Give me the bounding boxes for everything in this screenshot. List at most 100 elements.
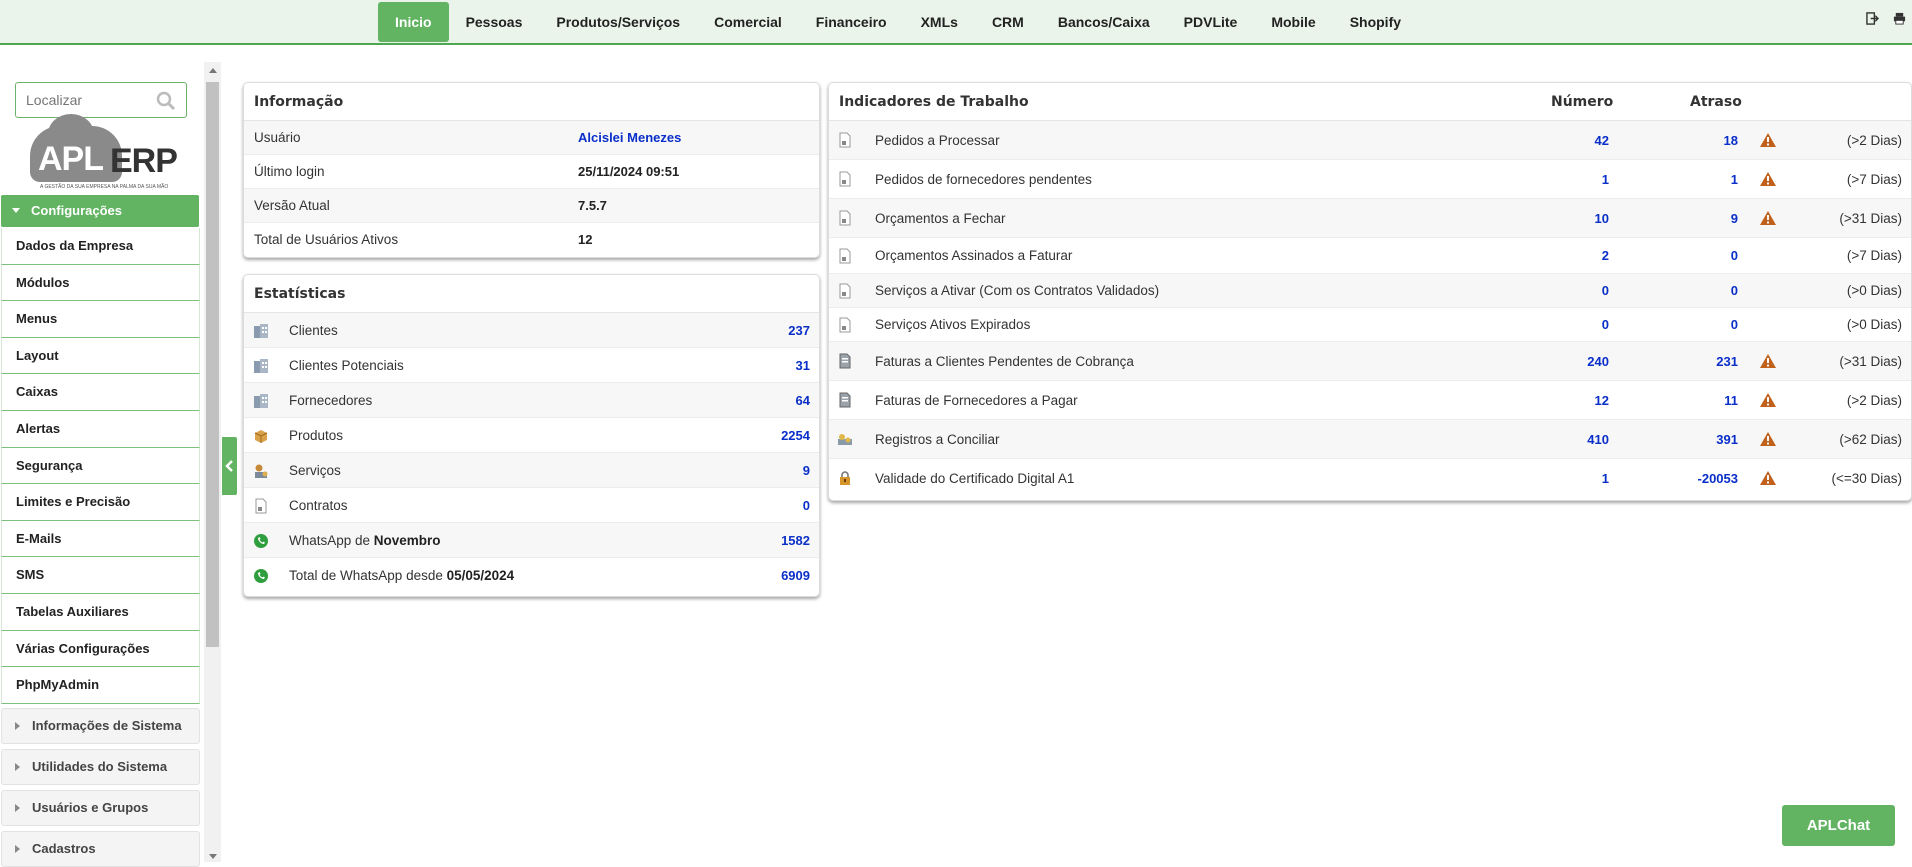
tab-bancos-caixa[interactable]: Bancos/Caixa: [1041, 2, 1167, 42]
menu-item-caixas[interactable]: Caixas: [1, 374, 200, 411]
stats-row-servicos[interactable]: Serviços 9: [244, 453, 819, 488]
invoice-icon: [839, 353, 851, 369]
search-box: [15, 82, 187, 118]
menu-item-seguranca[interactable]: Segurança: [1, 447, 200, 485]
indicator-row[interactable]: Pedidos de fornecedores pendentes 1 1 (>…: [829, 160, 1911, 199]
tab-produtos-servicos[interactable]: Produtos/Serviços: [539, 2, 697, 42]
tab-inicio[interactable]: Inicio: [378, 2, 449, 42]
menu-section-configuracoes[interactable]: Configurações: [1, 195, 199, 227]
caret-right-icon: [15, 845, 20, 853]
building-icon: [254, 324, 268, 338]
lock-icon: [840, 471, 850, 485]
stats-row-fornecedores[interactable]: Fornecedores 64: [244, 383, 819, 418]
menu-item-tabelas-auxiliares[interactable]: Tabelas Auxiliares: [1, 593, 200, 631]
user-name-link[interactable]: Alcislei Menezes: [578, 121, 681, 155]
stats-row-clientes-potenciais[interactable]: Clientes Potenciais 31: [244, 348, 819, 383]
tab-financeiro[interactable]: Financeiro: [799, 2, 904, 42]
menu-item-modulos[interactable]: Módulos: [1, 264, 200, 302]
menu-item-limites-e-precisao[interactable]: Limites e Precisão: [1, 484, 200, 521]
caret-down-icon: [12, 208, 20, 213]
stats-row-produtos[interactable]: Produtos 2254: [244, 418, 819, 453]
info-row: Último login 25/11/2024 09:51: [244, 155, 819, 189]
indicators-panel: Indicadores de Trabalho Número Atraso Pe…: [828, 82, 1912, 501]
menu-group-usuarios-e-grupos[interactable]: Usuários e Grupos: [1, 790, 200, 826]
stats-panel: Estatísticas Clientes 237 Clientes Poten…: [243, 274, 820, 597]
indicator-row[interactable]: Serviços Ativos Expirados 0 0 (>0 Dias): [829, 308, 1911, 342]
tab-crm[interactable]: CRM: [975, 2, 1041, 42]
top-navigation-bar: Inicio Pessoas Produtos/Serviços Comerci…: [0, 0, 1912, 45]
warning-icon: [1760, 471, 1776, 485]
scrollbar-thumb[interactable]: [206, 82, 219, 647]
bank-icon: [838, 434, 852, 445]
scroll-up-arrow-icon[interactable]: [209, 68, 217, 73]
menu-item-varias-configuracoes[interactable]: Várias Configurações: [1, 630, 200, 668]
col-header-atraso: Atraso: [1690, 94, 1742, 110]
configuracoes-submenu: Dados da Empresa Módulos Menus Layout Ca…: [1, 228, 200, 704]
invoice-icon: [839, 392, 851, 408]
service-icon: [255, 464, 268, 478]
indicator-row[interactable]: Validade do Certificado Digital A1 1 -20…: [829, 459, 1911, 498]
search-input[interactable]: [16, 83, 146, 117]
stats-row-contratos[interactable]: Contratos 0: [244, 488, 819, 523]
indicator-row[interactable]: Registros a Conciliar 410 391 (>62 Dias): [829, 420, 1911, 459]
indicator-row[interactable]: Orçamentos Assinados a Faturar 2 0 (>7 D…: [829, 238, 1911, 274]
print-icon[interactable]: [1893, 12, 1906, 30]
tab-mobile[interactable]: Mobile: [1254, 2, 1332, 42]
stats-row-whatsapp-total[interactable]: Total de WhatsApp desde 05/05/2024 6909: [244, 558, 819, 593]
warning-icon: [1760, 172, 1776, 186]
sidebar: APL ERP A GESTÃO DA SUA EMPRESA NA PALMA…: [0, 62, 203, 867]
indicator-row[interactable]: Orçamentos a Fechar 10 9 (>31 Dias): [829, 199, 1911, 238]
menu-group-informacoes-de-sistema[interactable]: Informações de Sistema: [1, 708, 200, 744]
menu-item-layout[interactable]: Layout: [1, 337, 200, 375]
info-row: Total de Usuários Ativos 12: [254, 232, 593, 247]
tab-shopify[interactable]: Shopify: [1333, 2, 1418, 42]
warning-icon: [1760, 432, 1776, 446]
logout-icon[interactable]: [1866, 12, 1880, 30]
info-row: Versão Atual 7.5.7: [244, 189, 819, 223]
app-logo: APL ERP A GESTÃO DA SUA EMPRESA NA PALMA…: [26, 114, 178, 192]
indicators-panel-title: Indicadores de Trabalho: [829, 83, 1911, 121]
tab-xmls[interactable]: XMLs: [904, 2, 975, 42]
menu-group-utilidades-do-sistema[interactable]: Utilidades do Sistema: [1, 749, 200, 785]
info-panel: Informação Usuário Alcislei Menezes Últi…: [243, 82, 820, 258]
menu-item-sms[interactable]: SMS: [1, 557, 200, 594]
menu-item-alertas[interactable]: Alertas: [1, 410, 200, 448]
document-icon: [839, 248, 851, 264]
indicator-row[interactable]: Serviços a Ativar (Com os Contratos Vali…: [829, 274, 1911, 308]
info-panel-title: Informação: [244, 83, 819, 121]
search-icon[interactable]: [156, 91, 176, 116]
warning-icon: [1760, 211, 1776, 225]
whatsapp-icon: [254, 569, 268, 583]
document-icon: [839, 132, 851, 148]
document-icon: [255, 498, 267, 514]
menu-item-e-mails[interactable]: E-Mails: [1, 520, 200, 558]
indicator-row[interactable]: Faturas de Fornecedores a Pagar 12 11 (>…: [829, 381, 1911, 420]
chevron-left-icon: [225, 460, 233, 472]
indicator-row[interactable]: Faturas a Clientes Pendentes de Cobrança…: [829, 342, 1911, 381]
caret-right-icon: [15, 804, 20, 812]
whatsapp-icon: [254, 534, 268, 548]
box-icon: [254, 430, 268, 443]
menu-item-dados-da-empresa[interactable]: Dados da Empresa: [1, 228, 200, 265]
indicator-row[interactable]: Pedidos a Processar 42 18 (>2 Dias): [829, 121, 1911, 160]
menu-item-menus[interactable]: Menus: [1, 301, 200, 338]
building-icon: [254, 359, 268, 373]
warning-icon: [1760, 133, 1776, 147]
scroll-down-arrow-icon[interactable]: [209, 854, 217, 859]
sidebar-collapse-button[interactable]: [222, 437, 237, 495]
document-icon: [839, 317, 851, 333]
stats-row-clientes[interactable]: Clientes 237: [244, 313, 819, 348]
tab-pdvlite[interactable]: PDVLite: [1167, 2, 1255, 42]
stats-row-whatsapp-mes[interactable]: WhatsApp de Novembro 1582: [244, 523, 819, 558]
tab-pessoas[interactable]: Pessoas: [449, 2, 540, 42]
col-header-numero: Número: [1551, 94, 1614, 110]
stats-panel-title: Estatísticas: [244, 275, 819, 313]
caret-right-icon: [15, 722, 20, 730]
aplchat-button[interactable]: APLChat: [1782, 805, 1895, 846]
info-row: Usuário Alcislei Menezes: [244, 121, 819, 155]
sidebar-scrollbar[interactable]: [204, 62, 221, 862]
tab-comercial[interactable]: Comercial: [697, 2, 799, 42]
menu-item-phpmyadmin[interactable]: PhpMyAdmin: [1, 667, 200, 704]
main-menu: Inicio Pessoas Produtos/Serviços Comerci…: [378, 2, 1418, 42]
top-icons: [1866, 12, 1906, 30]
